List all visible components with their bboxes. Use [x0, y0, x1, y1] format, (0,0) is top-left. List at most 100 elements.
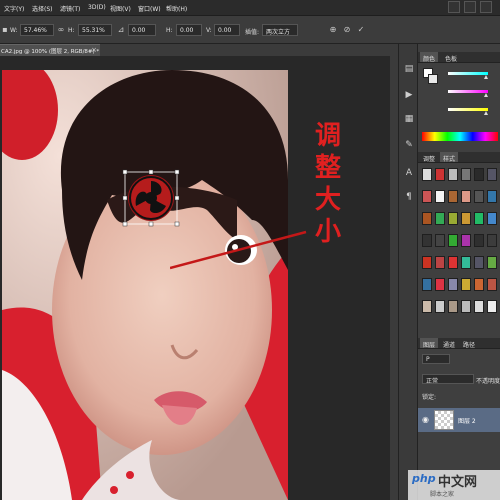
style-swatch[interactable] — [435, 256, 445, 269]
warp-icon[interactable]: ⊕ — [328, 25, 338, 35]
style-swatch[interactable] — [487, 278, 497, 291]
style-swatch[interactable] — [474, 212, 484, 225]
photo-canvas[interactable] — [2, 70, 288, 500]
style-swatch[interactable] — [435, 278, 445, 291]
menu-select[interactable]: 选择(S) — [32, 4, 53, 13]
style-swatch[interactable] — [487, 168, 497, 181]
style-swatch[interactable] — [422, 234, 432, 247]
close-tab-icon[interactable]: × — [91, 46, 97, 54]
angle-field[interactable]: 0.00 — [128, 24, 156, 36]
style-swatch[interactable] — [435, 300, 445, 313]
blend-mode-select[interactable]: 正常 — [422, 374, 474, 384]
style-swatch[interactable] — [487, 234, 497, 247]
yellow-slider[interactable] — [448, 108, 488, 111]
tab-adjustments[interactable]: 调整 — [420, 152, 438, 163]
transform-handle[interactable] — [122, 169, 128, 175]
style-swatch[interactable] — [461, 278, 471, 291]
style-swatch[interactable] — [422, 168, 432, 181]
transform-handle[interactable] — [148, 221, 154, 227]
style-swatch[interactable] — [422, 212, 432, 225]
style-swatch[interactable] — [435, 190, 445, 203]
brush-icon[interactable]: ✎ — [402, 138, 416, 152]
layer-filter-select[interactable]: P — [422, 354, 450, 364]
layer-row[interactable]: ◉ 图层 2 — [418, 408, 500, 432]
style-swatch[interactable] — [487, 300, 497, 313]
tab-styles[interactable]: 样式 — [440, 152, 459, 163]
commit-transform-icon[interactable]: ✓ — [356, 25, 366, 35]
style-swatch[interactable] — [448, 300, 458, 313]
background-color-swatch[interactable] — [428, 74, 438, 84]
minimize-button[interactable] — [448, 1, 460, 13]
actions-icon[interactable]: ▶ — [402, 88, 416, 102]
transform-handle[interactable] — [148, 169, 154, 175]
style-swatch[interactable] — [448, 212, 458, 225]
style-swatch[interactable] — [461, 168, 471, 181]
style-swatch[interactable] — [461, 300, 471, 313]
style-swatch[interactable] — [422, 300, 432, 313]
style-swatch[interactable] — [474, 256, 484, 269]
document-tab[interactable]: CA2.jpg @ 100% (图层 2, RGB/8#) * × — [0, 44, 100, 56]
style-swatch[interactable] — [487, 212, 497, 225]
maximize-button[interactable] — [464, 1, 476, 13]
style-swatch[interactable] — [448, 256, 458, 269]
style-swatch[interactable] — [422, 256, 432, 269]
style-swatch[interactable] — [461, 212, 471, 225]
slider-knob[interactable] — [484, 93, 488, 97]
height-field[interactable]: 55.31% — [78, 24, 112, 36]
style-swatch[interactable] — [474, 168, 484, 181]
hskew-field[interactable]: 0.00 — [176, 24, 202, 36]
hskew-label: H: — [166, 27, 173, 34]
slider-knob[interactable] — [484, 111, 488, 115]
style-swatch[interactable] — [448, 278, 458, 291]
style-swatch[interactable] — [435, 234, 445, 247]
magenta-slider[interactable] — [448, 90, 488, 93]
cyan-slider[interactable] — [448, 72, 488, 75]
layer-name[interactable]: 图层 2 — [458, 416, 476, 425]
style-swatch[interactable] — [474, 300, 484, 313]
style-swatch[interactable] — [461, 234, 471, 247]
properties-icon[interactable]: ▦ — [402, 112, 416, 126]
style-swatch[interactable] — [448, 190, 458, 203]
tab-channels[interactable]: 通道 — [440, 338, 458, 349]
style-swatch[interactable] — [448, 234, 458, 247]
history-icon[interactable]: ▤ — [402, 62, 416, 76]
style-swatch[interactable] — [461, 256, 471, 269]
tab-swatches[interactable]: 色板 — [442, 52, 460, 63]
color-spectrum-bar[interactable] — [422, 132, 498, 141]
style-swatch[interactable] — [435, 168, 445, 181]
style-swatch[interactable] — [487, 256, 497, 269]
menu-window[interactable]: 窗口(W) — [138, 4, 161, 13]
visibility-eye-icon[interactable]: ◉ — [422, 415, 429, 424]
paragraph-icon[interactable]: ¶ — [402, 190, 416, 204]
tab-layers[interactable]: 图层 — [420, 338, 439, 349]
style-swatch[interactable] — [422, 278, 432, 291]
menu-view[interactable]: 视图(V) — [110, 4, 131, 13]
transform-handle[interactable] — [122, 221, 128, 227]
style-swatch[interactable] — [435, 212, 445, 225]
menu-type[interactable]: 文字(Y) — [4, 4, 24, 13]
slider-knob[interactable] — [484, 75, 488, 79]
watermark-site: 中文网 — [438, 475, 478, 490]
vskew-field[interactable]: 0.00 — [214, 24, 240, 36]
menu-3d[interactable]: 3D(D) — [88, 4, 106, 11]
style-swatch[interactable] — [448, 168, 458, 181]
style-swatch[interactable] — [487, 190, 497, 203]
width-field[interactable]: 57.46% — [20, 24, 54, 36]
tab-color[interactable]: 颜色 — [420, 52, 439, 63]
menu-help[interactable]: 帮助(H) — [166, 4, 187, 13]
link-icon[interactable]: ∞ — [56, 25, 66, 35]
style-swatch[interactable] — [474, 234, 484, 247]
reference-point-icon[interactable]: ▪ — [0, 25, 10, 35]
style-swatch[interactable] — [461, 190, 471, 203]
tab-paths[interactable]: 路径 — [460, 338, 478, 349]
character-icon[interactable]: A — [402, 166, 416, 180]
close-button[interactable] — [480, 1, 492, 13]
style-swatch[interactable] — [474, 278, 484, 291]
transform-handle[interactable] — [122, 195, 128, 201]
style-swatch[interactable] — [474, 190, 484, 203]
menu-filter[interactable]: 滤镜(T) — [60, 4, 80, 13]
cancel-transform-icon[interactable]: ⊘ — [342, 25, 352, 35]
interpolation-select[interactable]: 两次立方 — [262, 24, 298, 36]
color-panel-header: 颜色 色板 — [418, 52, 500, 63]
style-swatch[interactable] — [422, 190, 432, 203]
